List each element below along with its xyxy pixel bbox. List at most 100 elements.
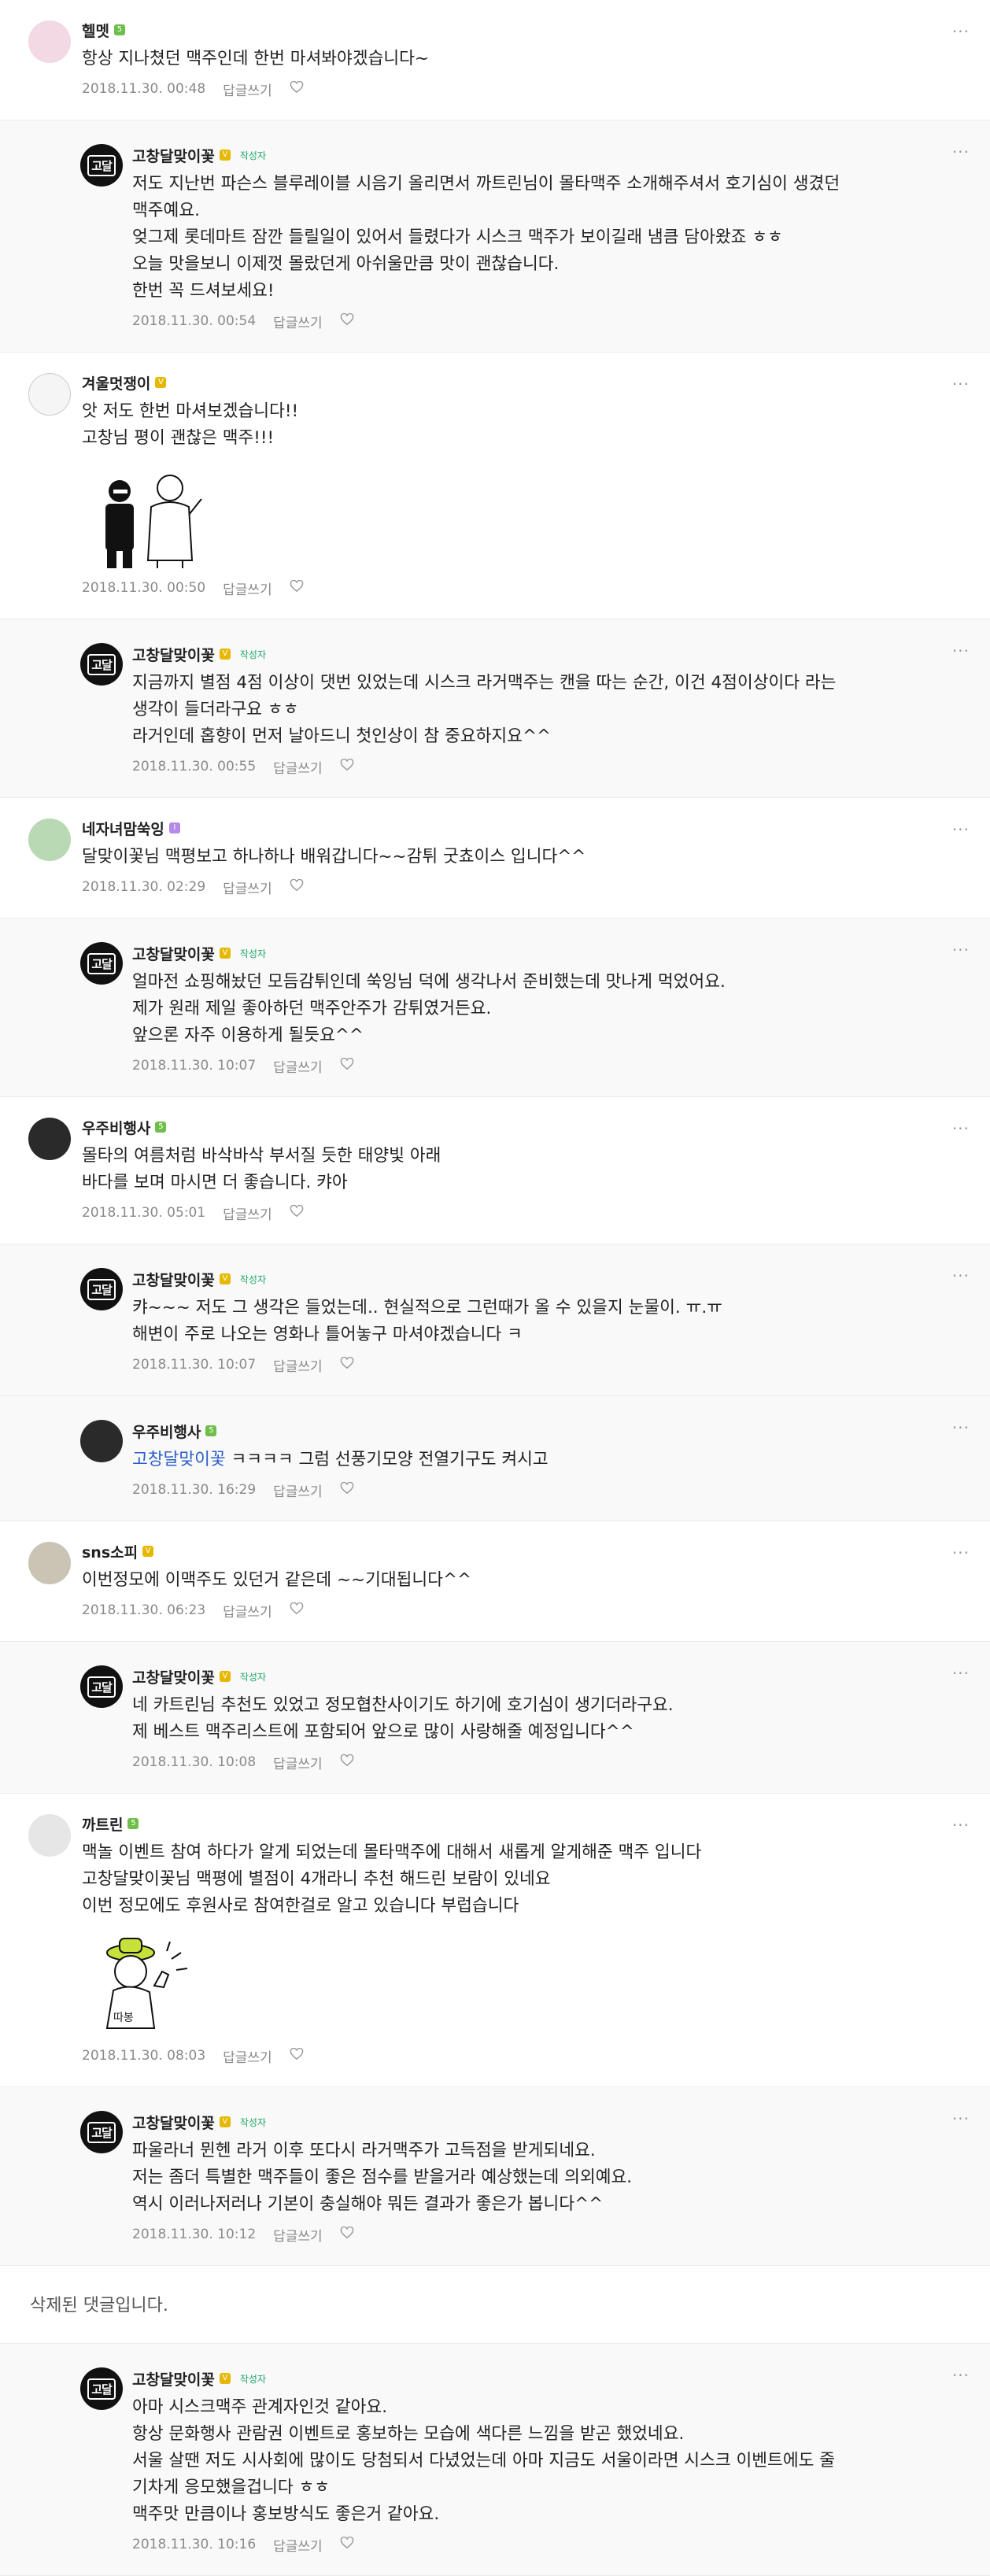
like-heart-icon[interactable] xyxy=(290,80,304,98)
mention-link[interactable]: 고창달맞이꽃 xyxy=(132,1450,226,1469)
reply-button[interactable]: 답글쓰기 xyxy=(273,1056,323,1076)
nickname[interactable]: 고창달맞이꽃 xyxy=(132,2112,215,2133)
member-level-icon: 5 xyxy=(155,1122,167,1133)
comment-meta: 2018.11.30. 10:08 답글쓰기 xyxy=(132,1752,990,1772)
reply-button[interactable]: 답글쓰기 xyxy=(223,1203,272,1223)
reply-button[interactable]: 답글쓰기 xyxy=(273,1355,323,1375)
comment-line: 엊그제 롯데마트 잠깐 들릴일이 있어서 들렸다가 시스크 맥주가 보이길래 냄… xyxy=(132,227,783,247)
member-level-icon: 5 xyxy=(127,1818,139,1829)
reply-button[interactable]: 답글쓰기 xyxy=(223,578,272,598)
more-options-icon[interactable]: ··· xyxy=(952,941,970,959)
more-options-icon[interactable]: ··· xyxy=(952,1543,970,1562)
more-options-icon[interactable]: ··· xyxy=(952,1418,970,1437)
avatar[interactable] xyxy=(28,20,71,63)
reply-button[interactable]: 답글쓰기 xyxy=(223,79,272,99)
member-level-icon: V xyxy=(219,2116,231,2127)
avatar[interactable]: 고달 xyxy=(80,643,123,686)
nickname-row: 고창달맞이꽃 V 작성자 xyxy=(132,1665,990,1687)
like-heart-icon[interactable] xyxy=(340,1754,354,1771)
reply-button[interactable]: 답글쓰기 xyxy=(223,2046,272,2066)
comment-date: 2018.11.30. 16:29 xyxy=(132,1482,257,1498)
avatar[interactable] xyxy=(28,1814,71,1857)
comment-meta: 2018.11.30. 00:48 답글쓰기 xyxy=(82,79,990,99)
more-options-icon[interactable]: ··· xyxy=(952,22,970,41)
comment-date: 2018.11.30. 06:23 xyxy=(82,1602,206,1618)
reply-button[interactable]: 답글쓰기 xyxy=(223,1601,272,1621)
nickname[interactable]: 고창달맞이꽃 xyxy=(132,2368,215,2389)
nickname-row: 고창달맞이꽃 V 작성자 xyxy=(132,2111,990,2133)
reply-button[interactable]: 답글쓰기 xyxy=(273,312,323,331)
like-heart-icon[interactable] xyxy=(340,2536,354,2553)
reply-button[interactable]: 답글쓰기 xyxy=(273,2225,323,2245)
nickname[interactable]: 겨울멋쟁이 xyxy=(82,372,150,394)
more-options-icon[interactable]: ··· xyxy=(952,641,970,660)
nickname[interactable]: 고창달맞이꽃 xyxy=(132,1269,215,1290)
like-heart-icon[interactable] xyxy=(340,2226,354,2243)
reply-button[interactable]: 답글쓰기 xyxy=(273,1480,323,1500)
avatar[interactable] xyxy=(80,1420,123,1462)
comment-date: 2018.11.30. 05:01 xyxy=(82,1205,206,1221)
like-heart-icon[interactable] xyxy=(290,1602,304,1619)
reply-button[interactable]: 답글쓰기 xyxy=(273,2535,323,2555)
comment-line: 이번정모에 이맥주도 있던거 같은데 ~~기대됩니다^^ xyxy=(82,1570,471,1590)
more-options-icon[interactable]: ··· xyxy=(952,1266,970,1285)
like-heart-icon[interactable] xyxy=(290,2047,304,2064)
reply-button[interactable]: 답글쓰기 xyxy=(273,757,323,777)
avatar[interactable]: 고달 xyxy=(80,1268,123,1310)
reply-button[interactable]: 답글쓰기 xyxy=(223,878,272,897)
nickname-row: 헬멧 5 xyxy=(82,19,990,41)
more-options-icon[interactable]: ··· xyxy=(952,820,970,839)
reply-button[interactable]: 답글쓰기 xyxy=(273,1753,323,1772)
nickname[interactable]: 헬멧 xyxy=(82,20,109,41)
like-heart-icon[interactable] xyxy=(340,312,354,330)
comment-text: 고창달맞이꽃 ㅋㅋㅋㅋ 그럼 선풍기모양 전열기구도 켜시고 xyxy=(132,1447,990,1473)
comment-line: 아마 시스크맥주 관계자인것 같아요. xyxy=(132,2397,388,2417)
avatar[interactable]: 고달 xyxy=(80,144,123,187)
nickname[interactable]: 우주비행사 xyxy=(132,1421,201,1442)
comment-line: 맥주맛 만큼이나 홍보방식도 좋은거 같아요. xyxy=(132,2504,440,2524)
like-heart-icon[interactable] xyxy=(290,579,304,597)
nickname[interactable]: 고창달맞이꽃 xyxy=(132,145,215,166)
nickname[interactable]: 우주비행사 xyxy=(82,1117,150,1138)
nickname[interactable]: 고창달맞이꽃 xyxy=(132,943,215,964)
like-heart-icon[interactable] xyxy=(340,1481,354,1499)
more-options-icon[interactable]: ··· xyxy=(952,2109,970,2128)
logo-mark: 고달 xyxy=(87,2378,116,2400)
comment-item: 헬멧 5 항상 지나쳤던 맥주인데 한번 마셔봐야겠습니다~ 2018.11.30. … xyxy=(0,0,990,120)
logo-mark: 고달 xyxy=(87,653,116,675)
more-options-icon[interactable]: ··· xyxy=(952,142,970,161)
like-heart-icon[interactable] xyxy=(290,878,304,896)
like-heart-icon[interactable] xyxy=(340,1356,354,1373)
avatar[interactable] xyxy=(28,1118,71,1160)
comment-meta: 2018.11.30. 06:23 답글쓰기 xyxy=(82,1600,990,1621)
logo-mark: 고달 xyxy=(87,2121,116,2143)
avatar[interactable] xyxy=(28,819,71,861)
nickname-row: 고창달맞이꽃 V 작성자 xyxy=(132,643,990,665)
author-badge: 작성자 xyxy=(239,649,267,660)
more-options-icon[interactable]: ··· xyxy=(952,1119,970,1138)
avatar[interactable] xyxy=(28,1542,71,1584)
like-heart-icon[interactable] xyxy=(290,1204,304,1221)
nickname[interactable]: 네자녀맘쑥잉 xyxy=(82,818,164,839)
avatar[interactable]: 고달 xyxy=(80,1665,123,1708)
comment-meta: 2018.11.30. 10:07 답글쓰기 xyxy=(132,1355,990,1375)
more-options-icon[interactable]: ··· xyxy=(952,375,970,394)
reply-comment: 고달 고창달맞이꽃 V 작성자 얼마전 쇼핑해놨던 모듬감튀인데 쑥잉님 덕에 생각나서… xyxy=(0,918,990,1097)
nickname[interactable]: 고창달맞이꽃 xyxy=(132,644,215,665)
more-options-icon[interactable]: ··· xyxy=(952,2366,970,2385)
nickname[interactable]: sns소피 xyxy=(82,1541,138,1562)
comment-date: 2018.11.30. 00:48 xyxy=(82,81,206,97)
more-options-icon[interactable]: ··· xyxy=(952,1816,970,1835)
comment-line: 제 베스트 맥주리스트에 포함되어 앞으로 많이 사랑해줄 예정입니다^^ xyxy=(132,1722,634,1742)
like-heart-icon[interactable] xyxy=(340,758,354,775)
nickname[interactable]: 까트린 xyxy=(82,1813,123,1835)
avatar[interactable]: 고달 xyxy=(80,2367,123,2410)
avatar[interactable]: 고달 xyxy=(80,942,123,985)
avatar[interactable] xyxy=(28,373,71,416)
avatar[interactable]: 고달 xyxy=(80,2111,123,2153)
member-level-icon: 5 xyxy=(205,1425,217,1436)
nickname-row: 고창달맞이꽃 V 작성자 xyxy=(132,144,990,166)
nickname[interactable]: 고창달맞이꽃 xyxy=(132,1666,215,1687)
more-options-icon[interactable]: ··· xyxy=(952,1664,970,1683)
like-heart-icon[interactable] xyxy=(340,1057,354,1074)
